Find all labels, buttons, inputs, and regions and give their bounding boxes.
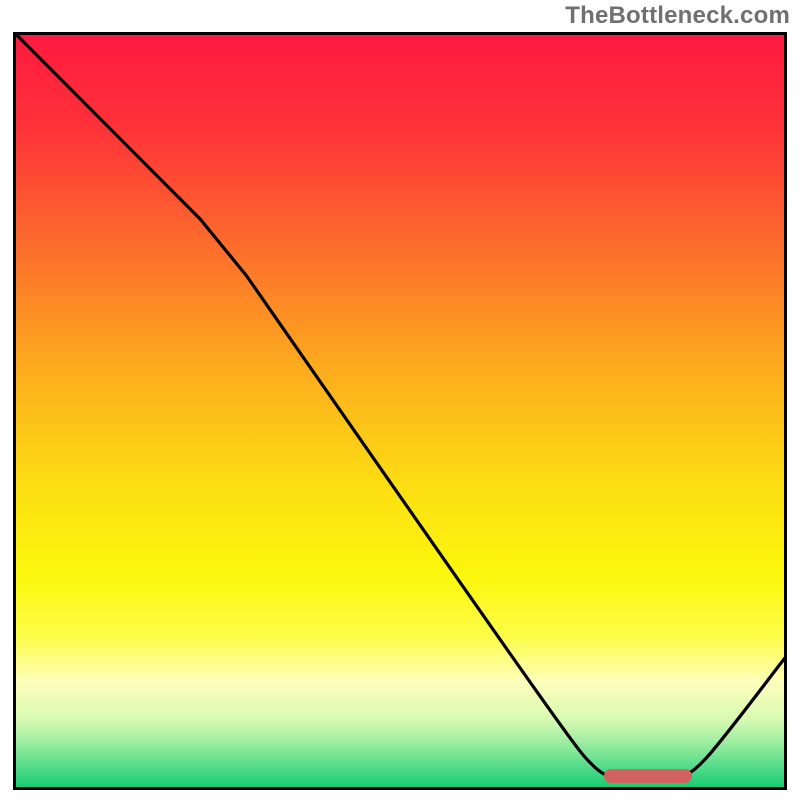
optimal-range-marker	[604, 769, 692, 783]
plot-area	[13, 32, 787, 790]
curve-path	[17, 35, 784, 780]
watermark-text: TheBottleneck.com	[565, 2, 790, 30]
chart-stage: TheBottleneck.com	[0, 0, 800, 800]
bottleneck-curve	[16, 35, 784, 787]
